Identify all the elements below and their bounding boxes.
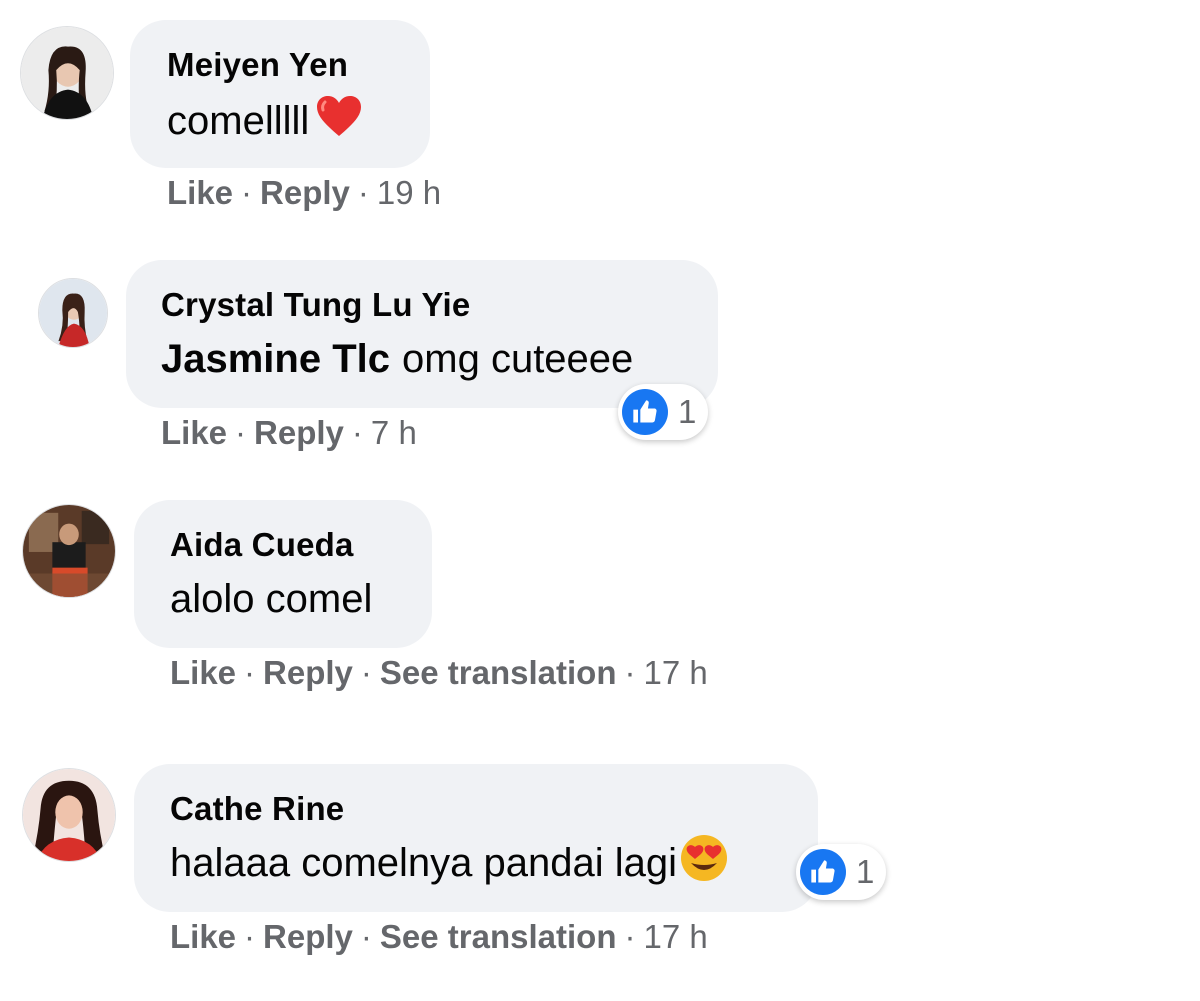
heart-eyes-emoji-icon: [679, 833, 729, 893]
comment-author[interactable]: Cathe Rine: [170, 790, 344, 828]
reaction-count: 1: [856, 853, 875, 890]
comment-body: halaaa comelnya pandai lagi: [170, 840, 678, 885]
avatar[interactable]: [22, 768, 116, 862]
comment-item: Cathe Rine halaaa comelnya pandai lagi 1…: [0, 0, 1200, 1001]
like-link[interactable]: Like: [170, 918, 236, 956]
thumbs-up-icon: [800, 849, 846, 895]
timestamp[interactable]: 17 h: [644, 918, 708, 956]
see-translation-link[interactable]: See translation: [380, 918, 617, 956]
comment-actions: Like · Reply · See translation · 17 h: [170, 918, 708, 956]
comment-text: halaaa comelnya pandai lagi: [170, 835, 729, 888]
reaction-badge[interactable]: 1: [796, 844, 887, 900]
reply-link[interactable]: Reply: [263, 918, 353, 956]
